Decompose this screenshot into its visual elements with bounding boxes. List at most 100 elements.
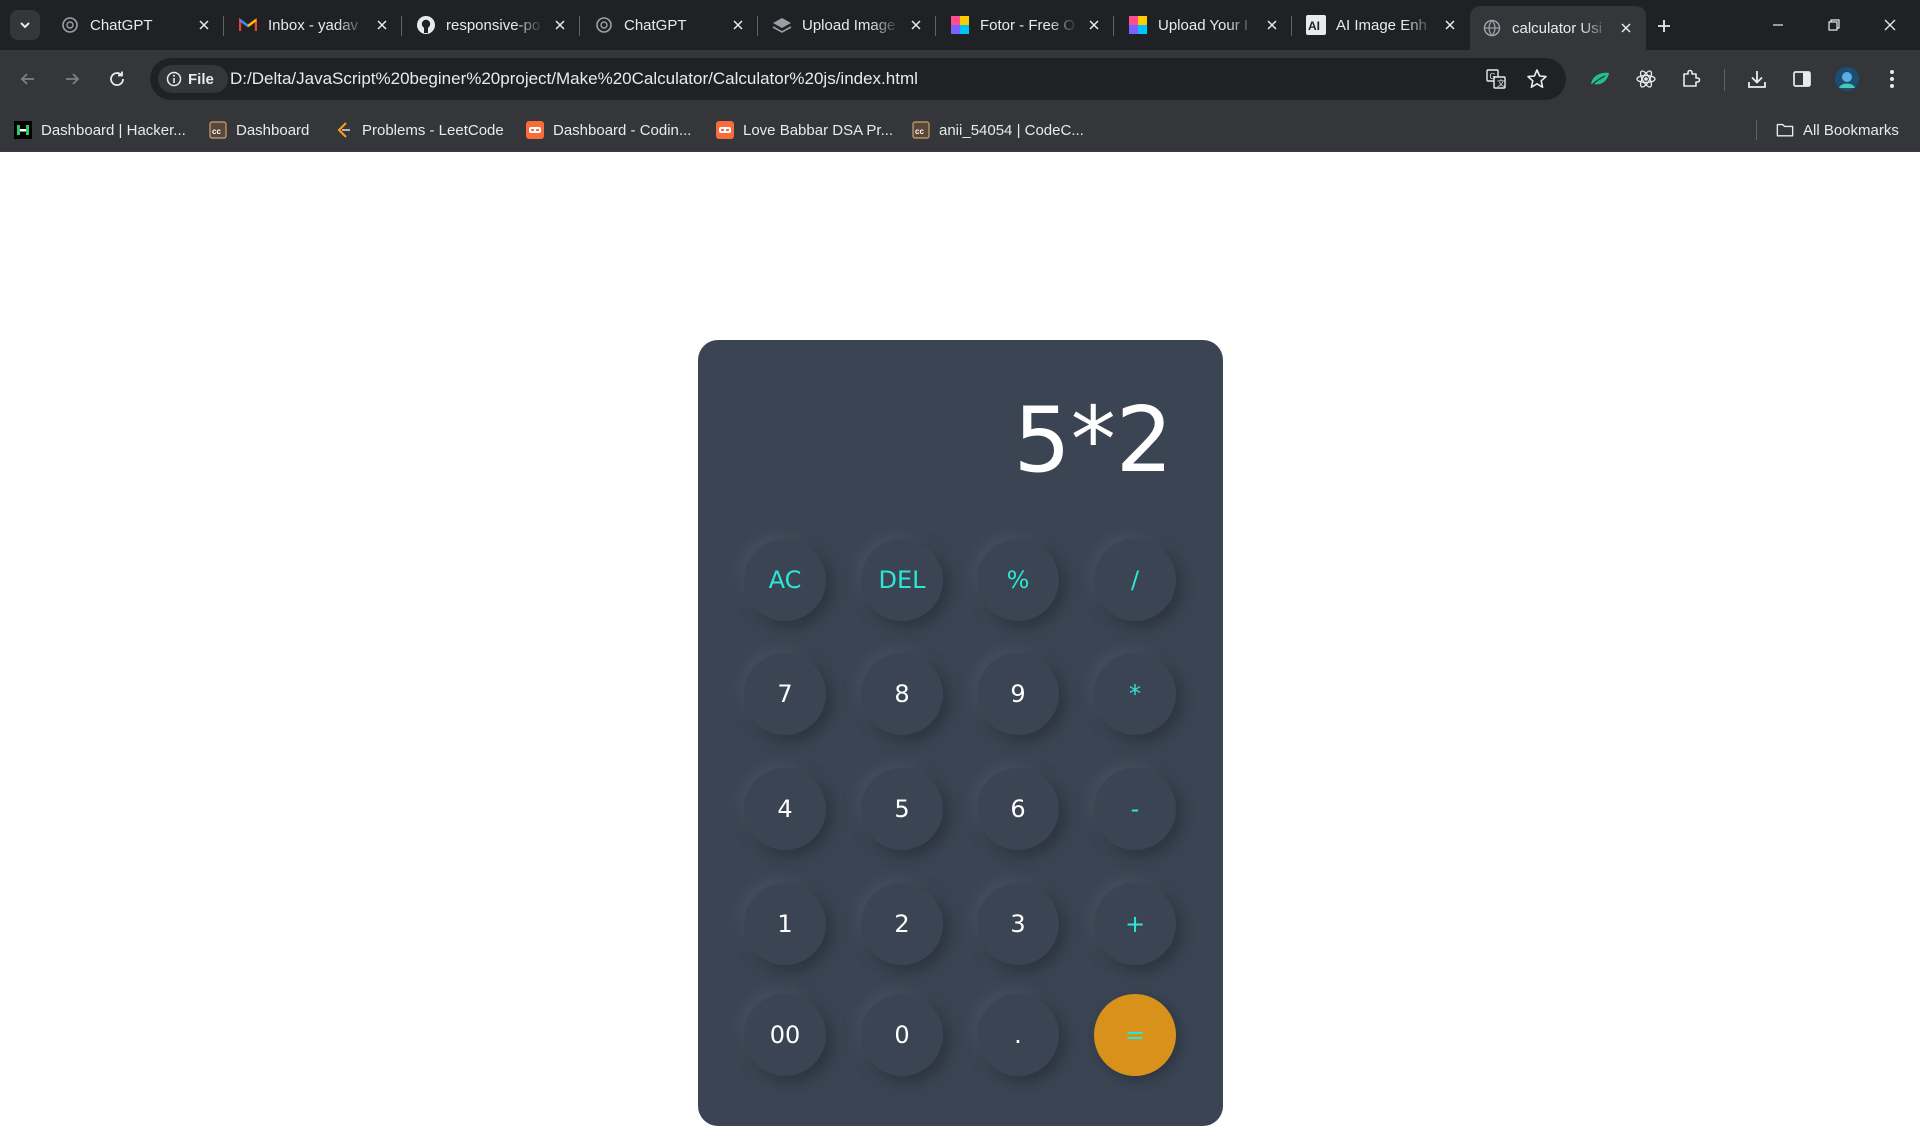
key-3[interactable]: 3 [977, 883, 1059, 965]
info-icon [166, 71, 182, 87]
key-6[interactable]: 6 [977, 768, 1059, 850]
key-8[interactable]: 8 [861, 653, 943, 735]
tab-strip: ChatGPT Inbox - yadav responsive-po Chat… [0, 0, 1920, 50]
tab-fotor[interactable]: Fotor - Free O [938, 6, 1114, 44]
key-multiply[interactable]: * [1094, 653, 1176, 735]
all-bookmarks-button[interactable]: All Bookmarks [1776, 118, 1899, 142]
bookmark-codechef-dashboard[interactable]: cc Dashboard [209, 118, 309, 142]
tab-upload-your[interactable]: Upload Your I [1116, 6, 1292, 44]
bookmark-star-button[interactable] [1525, 67, 1549, 91]
tab-title: Upload Image [802, 16, 896, 34]
key-2[interactable]: 2 [861, 883, 943, 965]
key-double-zero[interactable]: 00 [744, 994, 826, 1076]
key-equals[interactable]: = [1094, 994, 1176, 1076]
plus-icon [1658, 20, 1670, 32]
back-button[interactable] [12, 63, 44, 95]
folder-icon [1776, 121, 1794, 139]
key-subtract[interactable]: - [1094, 768, 1176, 850]
key-1[interactable]: 1 [744, 883, 826, 965]
close-icon[interactable] [372, 15, 392, 35]
codechef-icon: cc [912, 121, 930, 139]
reload-button[interactable] [101, 63, 133, 95]
key-percent[interactable]: % [977, 539, 1059, 621]
restore-button[interactable] [1806, 0, 1862, 50]
close-icon[interactable] [906, 15, 926, 35]
bookmark-hackerrank[interactable]: Dashboard | Hacker... [14, 118, 186, 142]
close-icon[interactable] [728, 15, 748, 35]
extensions-button[interactable] [1677, 65, 1705, 93]
close-icon[interactable] [550, 15, 570, 35]
profile-button[interactable] [1833, 65, 1861, 93]
address-bar[interactable]: File D:/Delta/JavaScript%20beginer%20pro… [150, 58, 1566, 100]
close-icon[interactable] [1440, 15, 1460, 35]
site-info-label: File [188, 70, 214, 88]
tab-title: Inbox - yadav [268, 16, 359, 34]
leetcode-icon [335, 121, 353, 139]
key-7[interactable]: 7 [744, 653, 826, 735]
bookmark-label: anii_54054 | CodeC... [939, 121, 1084, 139]
tab-search-button[interactable] [10, 10, 40, 40]
forward-button[interactable] [56, 63, 88, 95]
site-info-chip[interactable]: File [158, 65, 228, 93]
bookmark-codechef-profile[interactable]: cc anii_54054 | CodeC... [912, 118, 1084, 142]
key-5[interactable]: 5 [861, 768, 943, 850]
minimize-button[interactable] [1750, 0, 1806, 50]
ai-logo-icon: AI [1306, 15, 1326, 35]
new-tab-button[interactable] [1650, 12, 1678, 40]
chatgpt-icon [594, 15, 614, 35]
arrow-right-icon [66, 73, 80, 85]
key-divide[interactable]: / [1094, 539, 1176, 621]
close-icon[interactable] [194, 15, 214, 35]
close-icon[interactable] [1262, 15, 1282, 35]
side-panel-button[interactable] [1788, 65, 1816, 93]
tab-title: ChatGPT [90, 16, 153, 34]
gmail-icon [238, 15, 258, 35]
key-0[interactable]: 0 [861, 994, 943, 1076]
bookmark-love-babbar[interactable]: Love Babbar DSA Pr... [716, 118, 893, 142]
window-close-button[interactable] [1862, 0, 1918, 50]
bookmark-label: Problems - LeetCode [362, 121, 504, 139]
tab-github[interactable]: responsive-po [404, 6, 580, 44]
minimize-icon [1773, 24, 1783, 26]
close-icon[interactable] [1084, 15, 1104, 35]
translate-button[interactable]: G文 [1484, 67, 1508, 91]
chevron-down-icon [20, 22, 30, 29]
key-delete[interactable]: DEL [861, 539, 943, 621]
chatgpt-icon [60, 15, 80, 35]
tab-ai-image-enhancer[interactable]: AI AI Image Enh [1294, 6, 1470, 44]
react-icon [1636, 70, 1656, 88]
extension-react-button[interactable] [1632, 65, 1660, 93]
tab-chatgpt-1[interactable]: ChatGPT [48, 6, 224, 44]
close-icon[interactable] [1616, 18, 1636, 38]
star-icon [1527, 69, 1547, 88]
bookmark-label: Dashboard [236, 121, 310, 139]
url-text[interactable]: D:/Delta/JavaScript%20beginer%20project/… [230, 69, 918, 89]
menu-button[interactable] [1878, 65, 1906, 93]
key-clear[interactable]: AC [744, 539, 826, 621]
tab-title: ChatGPT [624, 16, 687, 34]
globe-icon [1482, 18, 1502, 38]
key-4[interactable]: 4 [744, 768, 826, 850]
codechef-icon: cc [209, 121, 227, 139]
layers-icon [772, 15, 792, 35]
more-vert-icon [1890, 70, 1894, 88]
downloads-button[interactable] [1743, 65, 1771, 93]
tab-chatgpt-2[interactable]: ChatGPT [582, 6, 758, 44]
extension-leaf-button[interactable] [1586, 65, 1614, 93]
puzzle-icon [1683, 69, 1701, 87]
fotor-icon [1128, 15, 1148, 35]
tab-gmail[interactable]: Inbox - yadav [226, 6, 402, 44]
bookmark-leetcode[interactable]: Problems - LeetCode [335, 118, 504, 142]
tab-calculator[interactable]: calculator Usi [1470, 6, 1646, 50]
tab-upload-image[interactable]: Upload Image [760, 6, 936, 44]
tab-title: responsive-po [446, 16, 541, 34]
key-decimal[interactable]: . [977, 994, 1059, 1076]
bookmark-label: Love Babbar DSA Pr... [743, 121, 894, 139]
key-9[interactable]: 9 [977, 653, 1059, 735]
calculator-display: 5*2 [1013, 388, 1173, 493]
reload-icon [110, 71, 124, 86]
bookmark-codingninjas-dashboard[interactable]: Dashboard - Codin... [526, 118, 691, 142]
arrow-left-icon [20, 73, 34, 85]
tab-title: AI Image Enh [1336, 16, 1427, 34]
key-add[interactable]: + [1094, 883, 1176, 965]
